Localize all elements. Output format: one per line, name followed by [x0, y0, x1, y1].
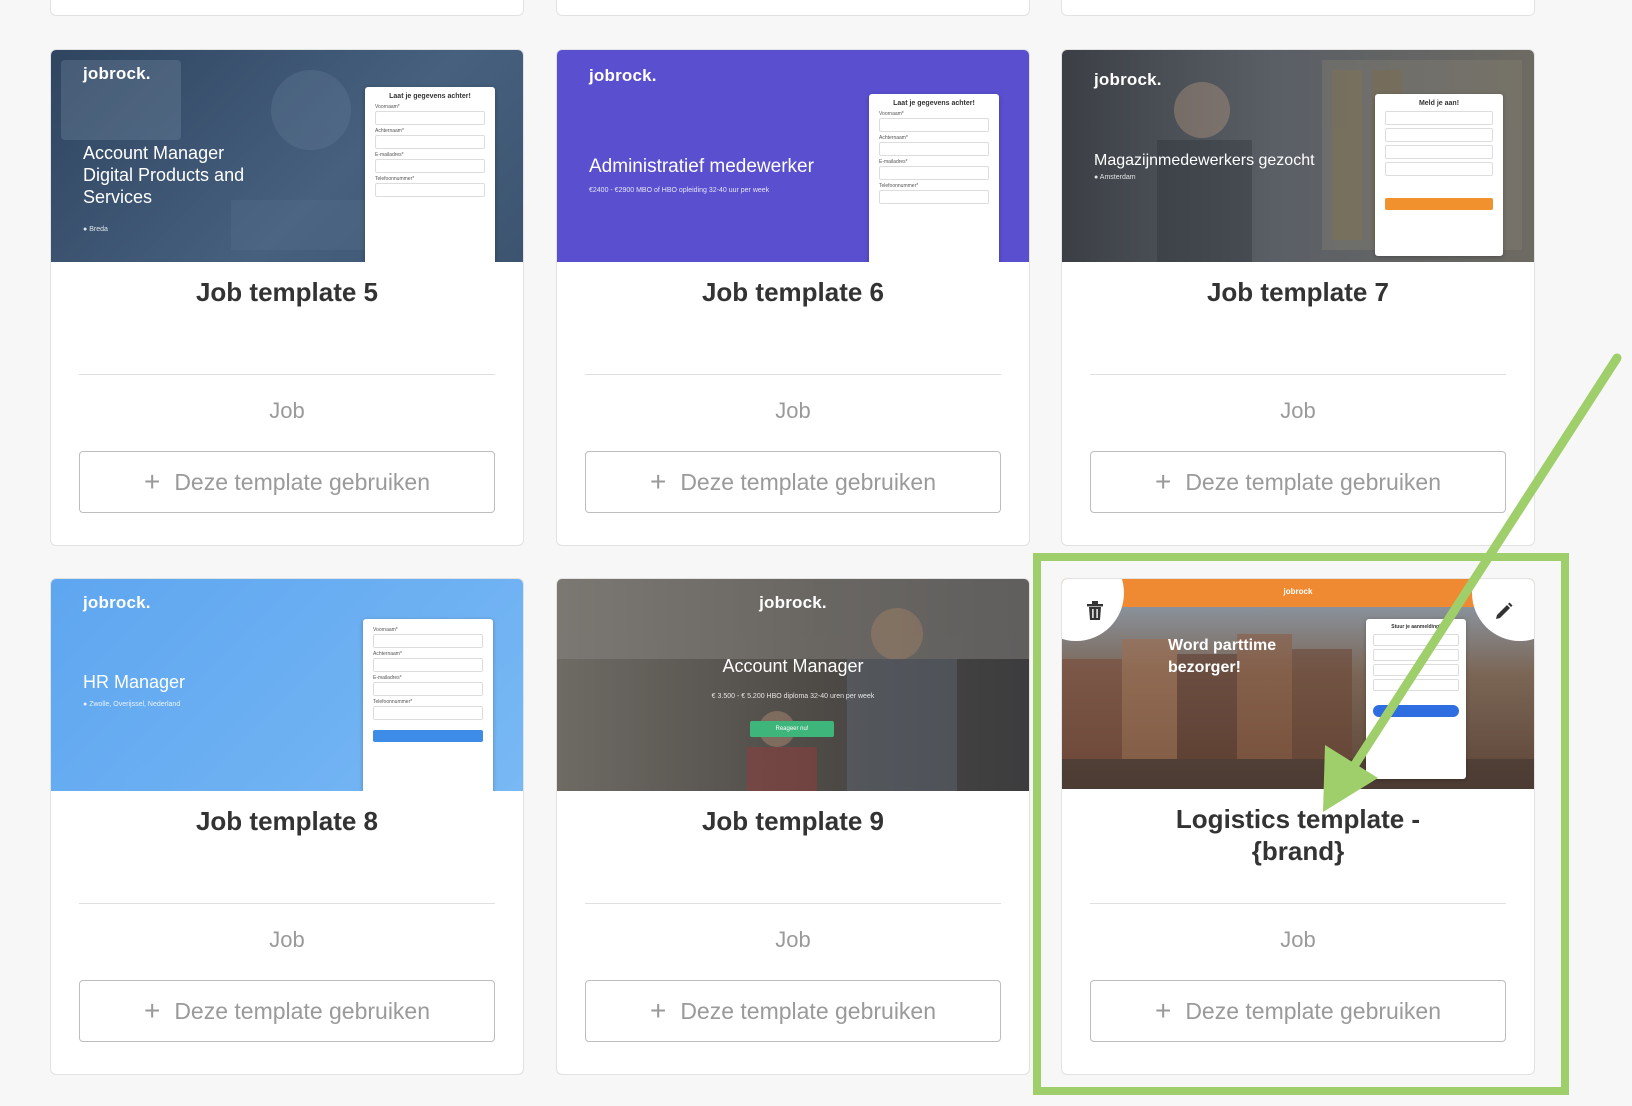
template-title: Job template 5	[195, 277, 379, 307]
preview-cta-button: Reageer nu!	[750, 721, 834, 737]
template-preview-image: jobrock. HR Manager ● Zwolle, Overijssel…	[51, 579, 523, 791]
preview-form: Meld je aan!	[1375, 94, 1503, 256]
preview-location: ● Zwolle, Overijssel, Nederland	[83, 701, 181, 708]
template-preview-image: jobrock. Administratief medewerker €2400…	[557, 50, 1029, 262]
template-card[interactable]: jobrock. Account Manager € 3.500 - € 5.2…	[556, 578, 1030, 1075]
template-title: Job template 9	[701, 806, 885, 836]
preview-form: Laat je gegevens achter! Voornaam* Achte…	[365, 87, 495, 262]
divider	[585, 374, 1001, 375]
preview-form: Laat je gegevens achter! Voornaam* Achte…	[869, 94, 999, 262]
template-gallery: jobrock. Account Manager Digital Product…	[0, 0, 1632, 1106]
annotation-highlight-box	[1033, 553, 1569, 1095]
template-preview-image: jobrock. Account Manager Digital Product…	[51, 50, 523, 262]
template-title: Job template 8	[195, 806, 379, 836]
brand-logo: jobrock.	[759, 593, 827, 612]
preview-headline: HR Manager	[83, 672, 186, 692]
preview-details: €2400 - €2900 MBO of HBO opleiding 32-40…	[589, 187, 770, 194]
template-title: Job template 7	[1206, 277, 1390, 307]
template-card[interactable]: jobrock. Account Manager Digital Product…	[50, 49, 524, 546]
template-preview-image: jobrock. Account Manager € 3.500 - € 5.2…	[557, 579, 1029, 791]
use-template-button[interactable]: + Deze template gebruiken	[585, 980, 1001, 1042]
template-type: Job	[775, 927, 811, 952]
card-stub	[50, 0, 524, 16]
use-template-button[interactable]: + Deze template gebruiken	[1090, 451, 1506, 513]
template-card[interactable]: jobrock. HR Manager ● Zwolle, Overijssel…	[50, 578, 524, 1075]
preview-details: € 3.500 - € 5.200 HBO diploma 32-40 uren…	[711, 693, 875, 700]
template-card[interactable]: jobrock. Magazijnmedewerkers gezocht ● A…	[1061, 49, 1535, 546]
brand-logo: jobrock.	[83, 64, 151, 83]
template-type: Job	[775, 398, 811, 423]
brand-logo: jobrock.	[83, 593, 151, 612]
card-stub	[1061, 0, 1535, 16]
plus-icon: +	[649, 995, 667, 1026]
template-type: Job	[269, 927, 305, 952]
use-template-button[interactable]: + Deze template gebruiken	[79, 980, 495, 1042]
divider	[585, 903, 1001, 904]
use-template-button[interactable]: + Deze template gebruiken	[79, 451, 495, 513]
plus-icon: +	[143, 995, 161, 1026]
template-type: Job	[269, 398, 305, 423]
template-type: Job	[1280, 398, 1316, 423]
plus-icon: +	[1154, 466, 1172, 497]
use-template-button[interactable]: + Deze template gebruiken	[585, 451, 1001, 513]
template-preview-image: jobrock. Magazijnmedewerkers gezocht ● A…	[1062, 50, 1534, 262]
plus-icon: +	[143, 466, 161, 497]
preview-headline: Administratief medewerker	[589, 156, 814, 177]
divider	[79, 903, 495, 904]
preview-form: Voornaam* Achternaam* E-mailadres* Telef…	[363, 619, 493, 791]
brand-logo: jobrock.	[1094, 70, 1162, 89]
card-stub	[556, 0, 1030, 16]
preview-headline: Account Manager	[722, 656, 864, 676]
preview-headline: Account Manager Digital Products and Ser…	[83, 143, 245, 207]
divider	[1090, 374, 1506, 375]
preview-location: ● Amsterdam	[1094, 174, 1136, 181]
template-card[interactable]: jobrock. Administratief medewerker €2400…	[556, 49, 1030, 546]
preview-location: ● Breda	[83, 226, 108, 233]
divider	[79, 374, 495, 375]
brand-logo: jobrock.	[589, 66, 657, 85]
plus-icon: +	[649, 466, 667, 497]
preview-headline: Magazijnmedewerkers gezocht	[1094, 152, 1315, 169]
template-title: Job template 6	[701, 277, 885, 307]
